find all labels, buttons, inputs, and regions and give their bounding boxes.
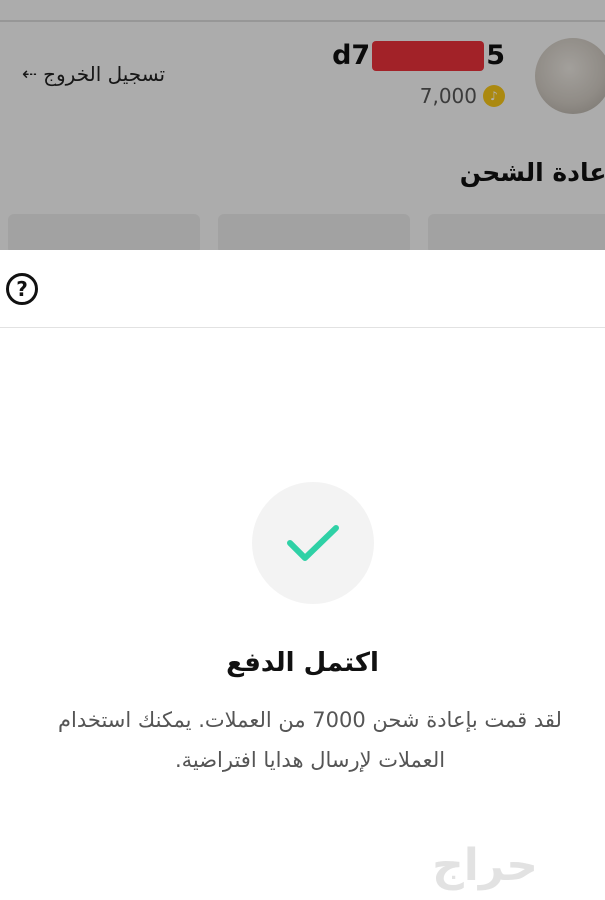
modal-overlay[interactable] bbox=[0, 0, 605, 250]
sheet-header: ? bbox=[0, 250, 605, 328]
success-badge bbox=[252, 482, 374, 604]
background-profile-page: تسجيل الخروج ⇠ d7 5 7,000 ♪ إعادة الشحن bbox=[0, 0, 605, 250]
watermark-logo: حراج bbox=[432, 840, 538, 891]
result-message: لقد قمت بإعادة شحن 7000 من العملات. يمكن… bbox=[58, 708, 562, 772]
result-title: اكتمل الدفع bbox=[226, 648, 379, 678]
checkmark-icon bbox=[287, 525, 339, 561]
help-question-icon[interactable]: ? bbox=[6, 273, 38, 305]
